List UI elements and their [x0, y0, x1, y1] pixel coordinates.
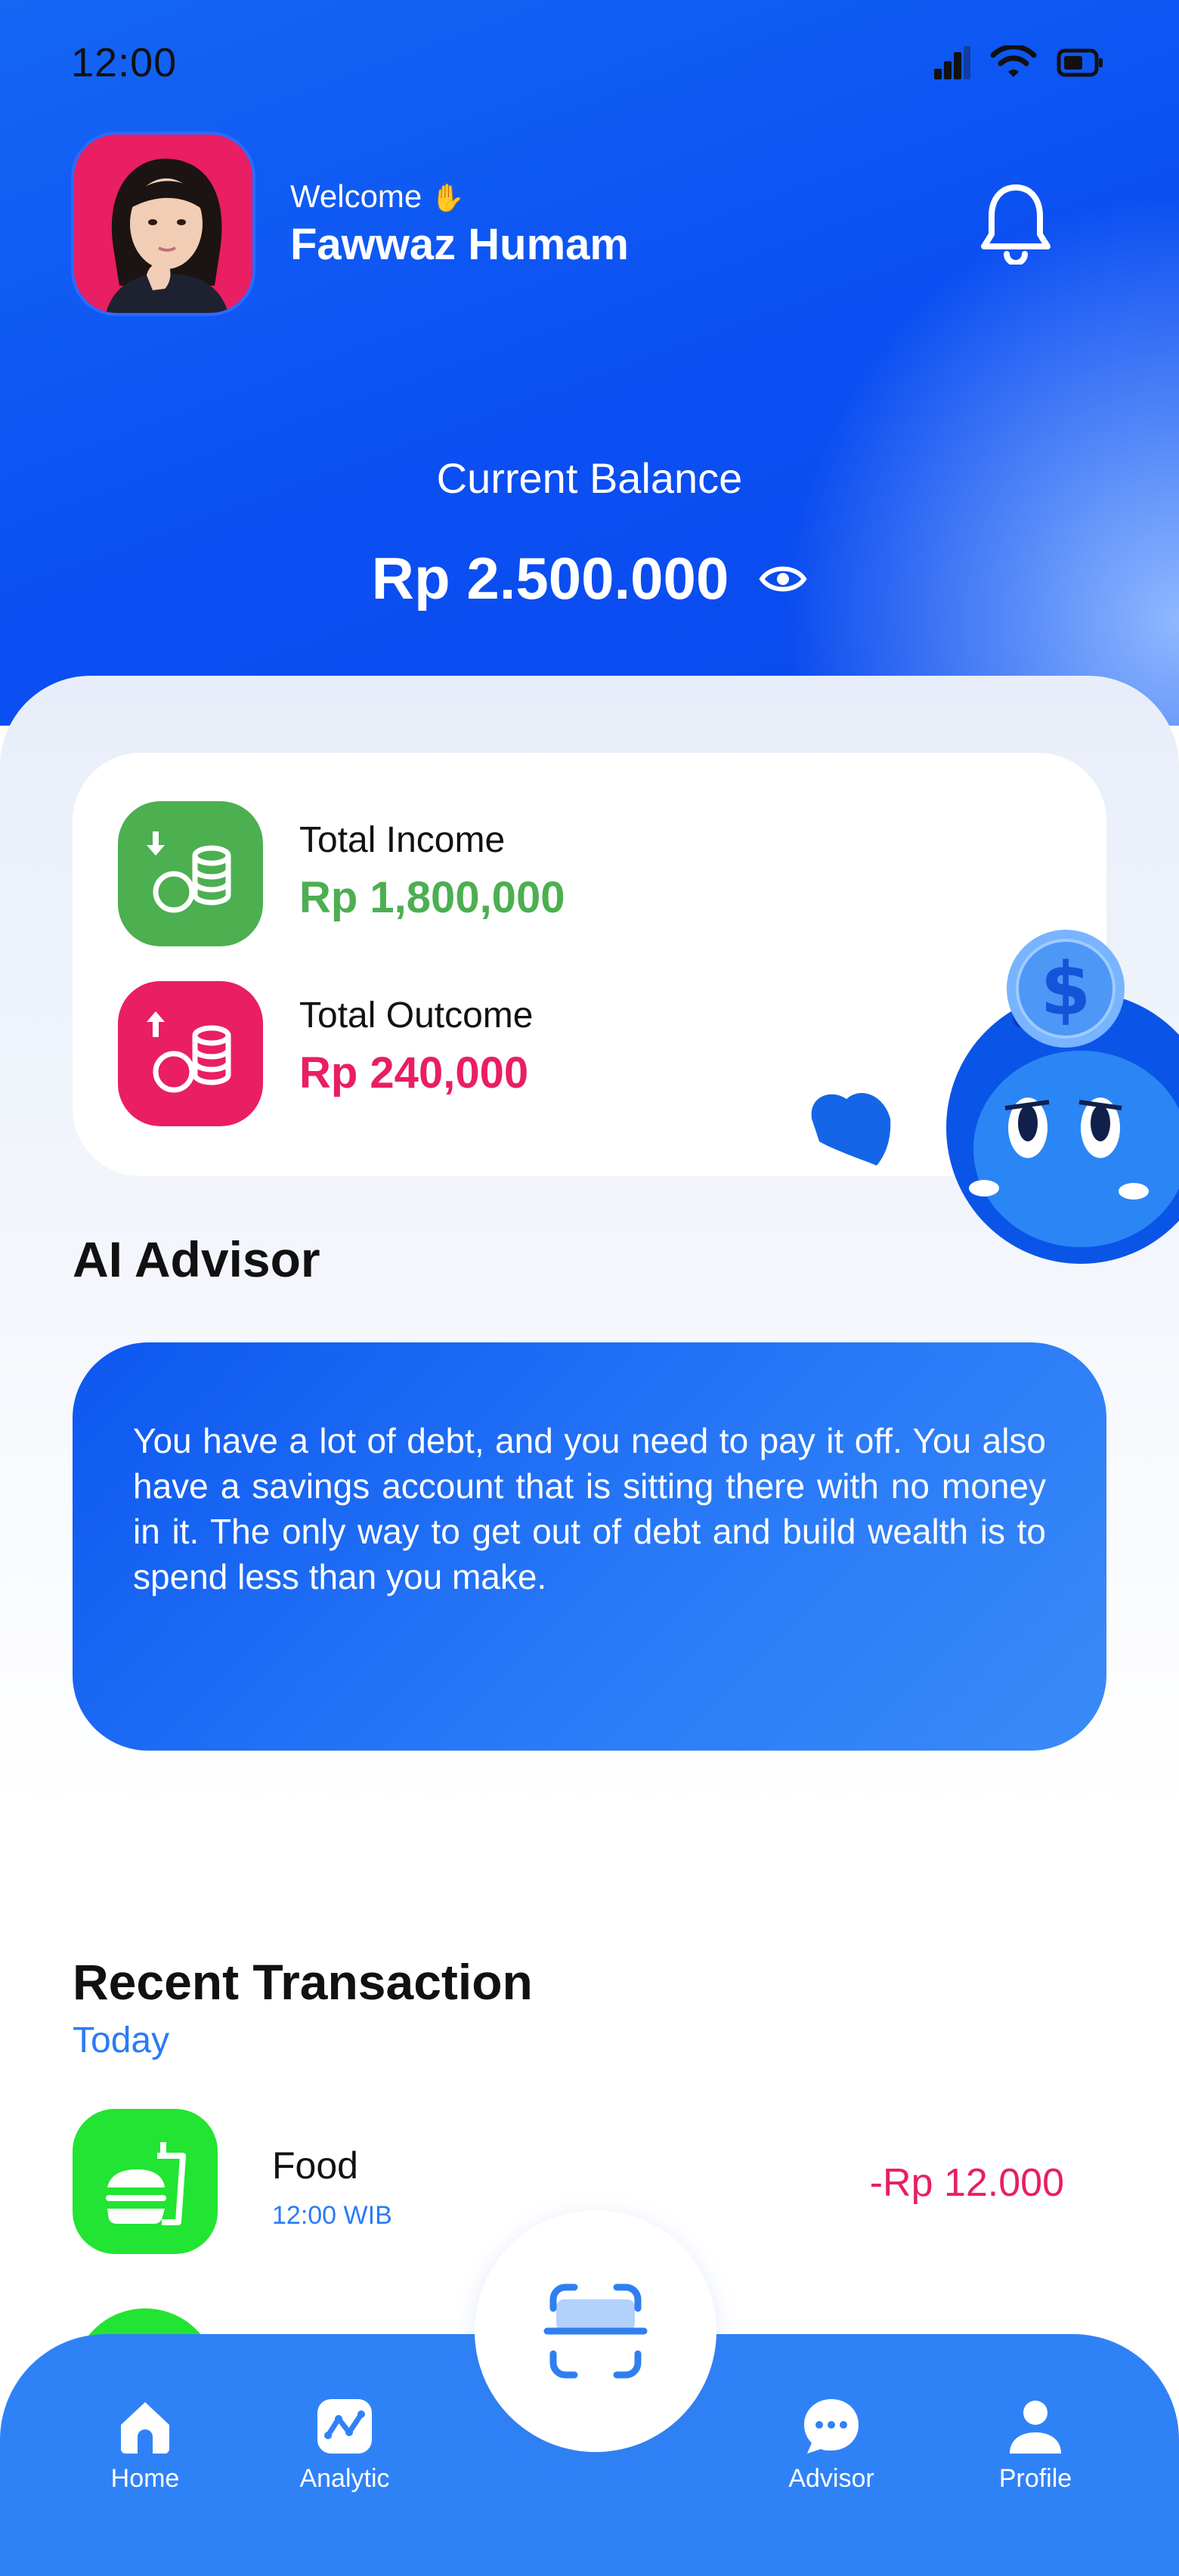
advisor-section-title: AI Advisor — [73, 1231, 320, 1287]
notification-bell-icon[interactable] — [979, 181, 1052, 265]
eye-icon[interactable] — [759, 562, 807, 596]
balance-value: Rp 2.500.000 — [371, 545, 729, 611]
user-name: Fawwaz Humam — [290, 220, 629, 269]
hero-background — [0, 0, 1179, 726]
food-icon — [106, 2142, 186, 2225]
piggy-mascot-illustration: $ — [811, 930, 1179, 1264]
wave-emoji: ✋ — [430, 182, 465, 213]
home-icon — [121, 2402, 169, 2454]
outcome-icon-tile — [118, 981, 263, 1126]
signal-icon — [934, 46, 970, 79]
income-icon-tile — [118, 801, 263, 946]
transactions-section-title: Recent Transaction — [73, 1954, 533, 2010]
food-icon-tile — [73, 2109, 218, 2254]
welcome-text: Welcome ✋ — [290, 178, 465, 215]
welcome-label: Welcome — [290, 178, 422, 214]
avatar-portrait — [74, 135, 252, 313]
nav-profile-label: Profile — [998, 2464, 1072, 2493]
transactions-group-label: Today — [73, 2020, 170, 2060]
chat-bubble-icon — [804, 2399, 859, 2454]
nav-analytic[interactable]: Analytic — [269, 2396, 420, 2494]
transaction-amount: -Rp 12.000 — [869, 2161, 1064, 2205]
balance-row: Rp 2.500.000 — [0, 544, 1179, 613]
income-coins-icon — [147, 831, 231, 913]
scan-button[interactable] — [475, 2210, 716, 2452]
user-icon — [1010, 2401, 1061, 2454]
outcome-coins-icon — [147, 1011, 231, 1093]
nav-home-label: Home — [110, 2464, 180, 2493]
nav-analytic-label: Analytic — [299, 2464, 390, 2493]
wifi-icon — [990, 45, 1037, 77]
status-time: 12:00 — [71, 40, 178, 85]
svg-text:$: $ — [1041, 947, 1091, 1032]
balance-label: Current Balance — [436, 454, 743, 502]
transaction-name: Food — [272, 2144, 358, 2187]
advisor-card[interactable]: You have a lot of debt, and you need to … — [73, 1342, 1106, 1751]
avatar[interactable] — [71, 132, 255, 316]
status-icons — [934, 45, 1103, 80]
battery-icon — [1057, 48, 1103, 77]
scan-icon — [543, 2283, 648, 2379]
outcome-label: Total Outcome — [299, 995, 534, 1036]
outcome-value: Rp 240,000 — [299, 1048, 529, 1098]
nav-advisor[interactable]: Advisor — [756, 2396, 907, 2494]
income-value: Rp 1,800,000 — [299, 873, 565, 922]
nav-profile[interactable]: Profile — [960, 2396, 1111, 2494]
analytic-icon — [317, 2399, 372, 2454]
nav-advisor-label: Advisor — [788, 2464, 874, 2493]
income-label: Total Income — [299, 820, 506, 860]
nav-home[interactable]: Home — [70, 2396, 221, 2494]
transaction-time: 12:00 WIB — [272, 2201, 392, 2230]
advisor-message: You have a lot of debt, and you need to … — [133, 1421, 1046, 1596]
